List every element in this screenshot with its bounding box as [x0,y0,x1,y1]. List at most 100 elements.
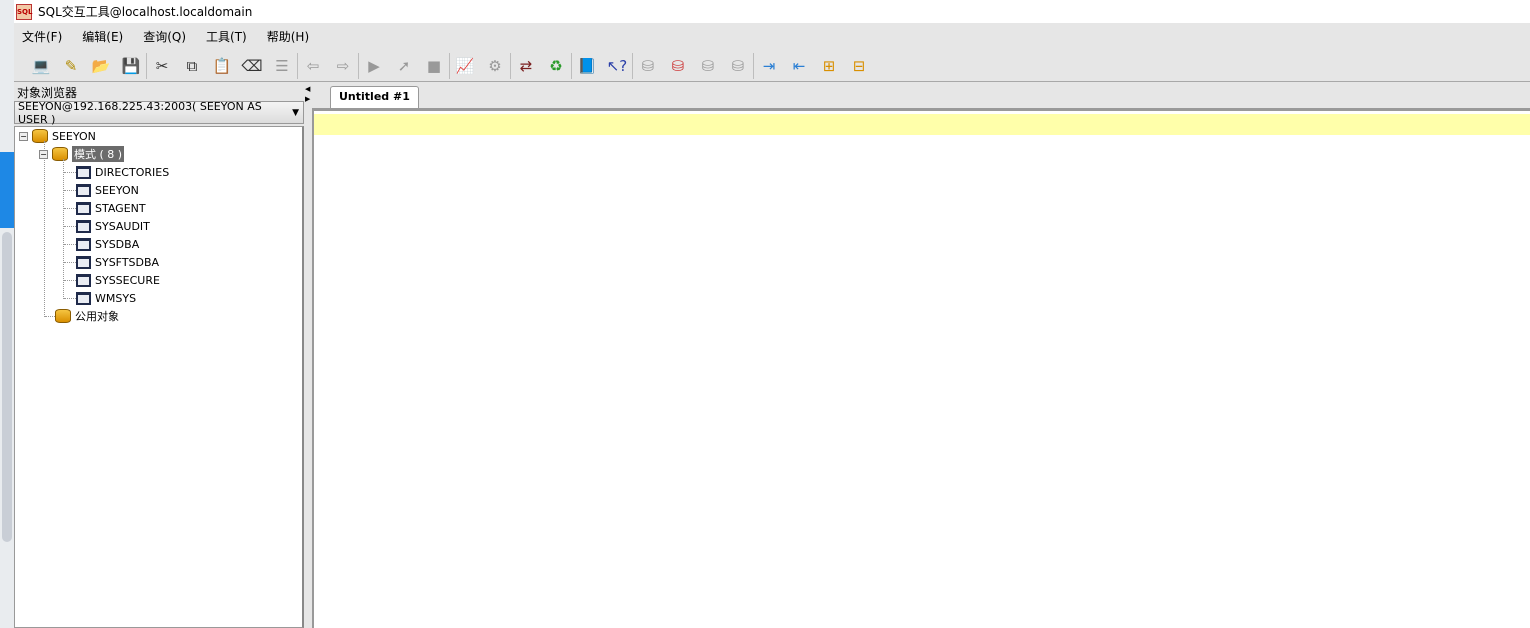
indent-button[interactable]: ⇥ [754,53,784,79]
window-title: SQL交互工具@localhost.localdomain [38,5,253,19]
tab-untitled-1[interactable]: Untitled #1 [330,86,419,108]
tree-node-label: SEEYON [95,183,139,197]
context-help-icon: ↖? [606,56,628,75]
tree-connector [64,262,76,263]
title-bar: SQL SQL交互工具@localhost.localdomain [14,0,1530,23]
insert-before-button[interactable]: ⊟ [844,53,874,79]
menu-item-1[interactable]: 编辑(E) [82,28,123,45]
refresh-button[interactable]: ♻ [541,53,571,79]
sql-editor[interactable] [312,108,1530,628]
help-book-icon: 📘 [577,56,597,75]
db-add-icon: ⛁ [701,56,715,75]
db-commit-icon: ⛁ [641,56,655,75]
insert-before-icon: ⊟ [852,56,866,75]
database-icon [55,309,71,323]
step-button[interactable]: ➚ [389,53,419,79]
tree-connector [64,190,76,191]
schema-icon [76,255,91,269]
object-browser: 对象浏览器 SEEYON@192.168.225.43:2003( SEEYON… [14,83,304,628]
db-add-button[interactable]: ⛁ [693,53,723,79]
tree-node-label: SYSFTSDBA [95,255,160,269]
tree-node-public-objects[interactable]: 公用对象 [55,307,119,325]
desktop-scrollbar [2,232,12,542]
schema-icon [76,165,91,179]
db-download-button[interactable]: ⛁ [723,53,753,79]
connection-select[interactable]: SEEYON@192.168.225.43:2003( SEEYON AS US… [14,99,304,126]
menu-item-2[interactable]: 查询(Q) [143,28,186,45]
cut-button[interactable]: ✂ [147,53,177,79]
tree-node-schema[interactable]: STAGENT [76,199,146,217]
tree-connector [64,280,76,281]
menu-item-0[interactable]: 文件(F) [22,28,62,45]
list-icon: ☰ [275,56,289,75]
monitor-button[interactable]: ⚙ [480,53,510,79]
edit-icon: ✎ [64,56,78,75]
collapse-left-icon[interactable]: ◀ [305,85,310,93]
tree-node-schema[interactable]: SYSSECURE [76,271,160,289]
editor-area: Untitled #1 [312,83,1530,628]
splitter[interactable]: ◀ ▶ [304,83,312,628]
db-download-icon: ⛁ [731,56,745,75]
back-button[interactable]: ⇦ [298,53,328,79]
outdent-button[interactable]: ⇤ [784,53,814,79]
schema-icon [76,237,91,251]
transfer-button[interactable]: ⇄ [511,53,541,79]
transfer-icon: ⇄ [519,56,533,75]
tree-node-schema[interactable]: SYSFTSDBA [76,253,159,271]
current-line-highlight [314,114,1530,135]
menu-item-3[interactable]: 工具(T) [206,28,247,45]
collapse-icon[interactable]: − [19,131,28,141]
paste-icon: 📋 [212,56,232,75]
tree-node-schema[interactable]: SYSDBA [76,235,139,253]
step-icon: ➚ [397,56,411,75]
tree-node-label: SEEYON [52,129,96,143]
tree-node-schema[interactable]: WMSYS [76,289,136,307]
tree-node-schema[interactable]: SYSAUDIT [76,217,150,235]
explain-plan-button[interactable]: 📈 [450,53,480,79]
cut-icon: ✂ [155,56,169,75]
outdent-icon: ⇤ [792,56,806,75]
database-icon [52,147,68,161]
db-commit-button[interactable]: ⛁ [633,53,663,79]
expand-right-icon[interactable]: ▶ [305,95,310,103]
collapse-icon[interactable]: − [39,149,48,159]
stop-button[interactable]: ■ [419,53,449,79]
schema-icon [76,273,91,287]
context-help-button[interactable]: ↖? [602,53,632,79]
stop-icon: ■ [426,56,442,75]
db-rollback-button[interactable]: ⛁ [663,53,693,79]
edit-button[interactable]: ✎ [56,53,86,79]
open-folder-button[interactable]: 📂 [86,53,116,79]
tree-node-label: 模式 ( 8 ) [72,146,125,162]
object-tree: − SEEYON − 模式 ( 8 ) 公用对象 DIRECTORIES SEEYON… [14,126,304,628]
menu-item-4[interactable]: 帮助(H) [267,28,309,45]
paste-button[interactable]: 📋 [207,53,237,79]
clear-button[interactable]: ⌫ [237,53,267,79]
tree-node-label: DIRECTORIES [95,165,170,179]
help-book-button[interactable]: 📘 [572,53,602,79]
desktop-background [0,0,14,628]
clear-icon: ⌫ [241,56,263,75]
tree-node-root[interactable]: − SEEYON [19,127,96,145]
tree-connector [64,208,76,209]
connection-value: SEEYON@192.168.225.43:2003( SEEYON AS US… [18,99,262,126]
menu-bar: 文件(F) 编辑(E) 查询(Q) 工具(T) 帮助(H) [14,23,1530,49]
copy-button[interactable]: ⧉ [177,53,207,79]
tree-node-schema[interactable]: SEEYON [76,181,139,199]
sql-app-icon: SQL [16,3,32,20]
schema-icon [76,219,91,233]
connect-button[interactable]: 💻 [26,53,56,79]
open-folder-icon: 📂 [91,56,111,75]
schema-icon [76,201,91,215]
list-button[interactable]: ☰ [267,53,297,79]
back-icon: ⇦ [306,56,320,75]
tree-node-schema[interactable]: DIRECTORIES [76,163,169,181]
insert-button[interactable]: ⊞ [814,53,844,79]
tree-node-schemas[interactable]: − 模式 ( 8 ) [39,145,125,163]
tree-node-label: STAGENT [95,201,146,215]
forward-button[interactable]: ⇨ [328,53,358,79]
execute-button[interactable]: ▶ [359,53,389,79]
save-button[interactable]: 💾 [116,53,146,79]
chevron-down-icon[interactable]: ▼ [292,108,299,118]
database-icon [32,129,48,143]
